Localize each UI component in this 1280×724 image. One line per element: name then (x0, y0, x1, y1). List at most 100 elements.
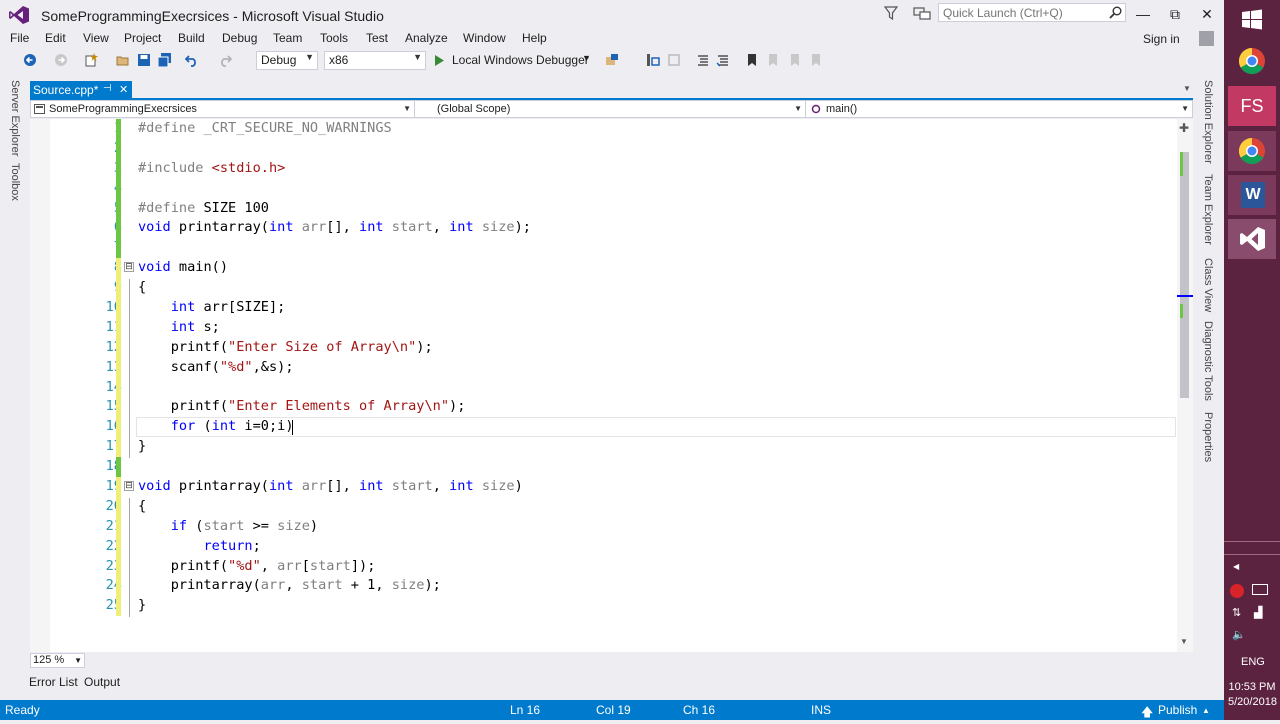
menu-help[interactable]: Help (522, 31, 547, 45)
side-tab-team-explorer[interactable]: Team Explorer (1202, 174, 1214, 245)
tray-clock-date[interactable]: 5/20/2018 (1228, 696, 1277, 708)
code-line[interactable]: 21 if (start >= size) (50, 516, 1175, 537)
code-text[interactable]: for (int i=0;i) (138, 417, 294, 437)
code-text[interactable]: void printarray(int arr[], int start, in… (138, 218, 531, 238)
side-tab-solution-explorer[interactable]: Solution Explorer (1202, 80, 1214, 164)
scroll-down-icon[interactable]: ▼ (1180, 637, 1188, 646)
project-dropdown[interactable]: SomeProgrammingExecrsices ▼ (31, 101, 415, 117)
code-text[interactable]: printf("Enter Size of Array\n"); (138, 338, 433, 358)
side-tab-properties[interactable]: Properties (1202, 412, 1214, 462)
code-line[interactable]: 5 #define SIZE 100 (50, 198, 1175, 219)
show-hidden-icons-chevron-icon[interactable]: ◀ (1233, 562, 1239, 571)
code-text[interactable]: printf("%d", arr[start]); (138, 557, 376, 577)
solution-platform-dropdown[interactable]: x86 ▼ (324, 51, 426, 70)
menu-test[interactable]: Test (366, 31, 388, 45)
forward-arrow-icon[interactable] (54, 53, 68, 67)
code-text[interactable]: #define _CRT_SECURE_NO_WARNINGS (138, 119, 392, 139)
network-icon[interactable]: ⇅ (1232, 606, 1241, 619)
new-project-icon[interactable] (84, 53, 98, 67)
save-all-icon[interactable] (158, 53, 172, 67)
back-arrow-icon[interactable] (23, 53, 37, 67)
menu-debug[interactable]: Debug (222, 31, 257, 45)
side-tab-diagnostic-tools[interactable]: Diagnostic Tools (1202, 321, 1214, 401)
code-line[interactable]: 11 int s; (50, 317, 1175, 338)
code-line[interactable]: 20 { (50, 496, 1175, 517)
comment-lines-icon[interactable] (696, 53, 710, 67)
clear-bookmarks-icon[interactable] (809, 53, 823, 67)
member-dropdown[interactable]: main() ▼ (808, 101, 1192, 117)
tab-list-dropdown-icon[interactable]: ▼ (1183, 84, 1191, 93)
restore-button[interactable]: ⧉ (1160, 4, 1190, 24)
code-text[interactable]: return; (138, 537, 260, 557)
tab-source-cpp[interactable]: Source.cpp* ⊣ ✕ (30, 81, 132, 99)
scope-dropdown[interactable]: (Global Scope) ▼ (417, 101, 806, 117)
zoom-dropdown[interactable]: 125 % ▼ (30, 653, 85, 668)
code-text[interactable]: scanf("%d",&s); (138, 358, 294, 378)
publish-button[interactable]: Publish (1158, 703, 1197, 717)
chrome-icon[interactable] (1228, 131, 1276, 171)
code-line[interactable]: 16 for (int i=0;i) (50, 417, 1175, 438)
code-line[interactable]: 12 printf("Enter Size of Array\n"); (50, 337, 1175, 358)
scrollbar-thumb[interactable] (1180, 152, 1189, 398)
code-text[interactable]: void printarray(int arr[], int start, in… (138, 477, 523, 497)
code-line[interactable]: 23 printf("%d", arr[start]); (50, 556, 1175, 577)
menu-build[interactable]: Build (178, 31, 205, 45)
code-text[interactable]: void main() (138, 258, 228, 278)
save-icon[interactable] (137, 53, 151, 67)
menu-window[interactable]: Window (463, 31, 506, 45)
battery-icon[interactable] (1252, 584, 1268, 595)
close-tab-icon[interactable]: ✕ (119, 83, 128, 96)
code-text[interactable]: printf("Enter Elements of Array\n"); (138, 397, 466, 417)
bookmark-icon[interactable] (745, 53, 759, 67)
code-line[interactable]: 2 (50, 138, 1175, 159)
tray-clock-time[interactable]: 10:53 PM (1224, 681, 1280, 693)
wifi-signal-icon[interactable]: ▟ (1254, 606, 1262, 619)
split-window-icon[interactable]: ✚ (1179, 121, 1189, 135)
collapse-region-icon[interactable]: ⊟ (124, 481, 134, 492)
notifications-filter-icon[interactable] (884, 5, 898, 21)
code-text[interactable]: int arr[SIZE]; (138, 298, 286, 318)
sign-in-link[interactable]: Sign in (1143, 32, 1180, 46)
code-line[interactable]: 24 printarray(arr, start + 1, size); (50, 576, 1175, 597)
code-text[interactable]: #define SIZE 100 (138, 199, 269, 219)
code-line[interactable]: 13 scanf("%d",&s); (50, 357, 1175, 378)
code-line[interactable]: 15 printf("Enter Elements of Array\n"); (50, 397, 1175, 418)
step-over-icon[interactable] (667, 53, 681, 67)
code-line[interactable]: 3 #include <stdio.h> (50, 158, 1175, 179)
code-text[interactable]: printarray(arr, start + 1, size); (138, 576, 441, 596)
quick-launch-box[interactable] (938, 3, 1126, 22)
code-text[interactable]: { (138, 278, 146, 298)
menu-tools[interactable]: Tools (320, 31, 348, 45)
step-into-icon[interactable] (646, 53, 660, 67)
quick-launch-input[interactable] (939, 4, 1099, 21)
indicator-margin[interactable] (30, 119, 50, 652)
pin-tab-icon[interactable]: ⊣ (103, 83, 112, 94)
chevron-up-icon[interactable]: ▲ (1202, 706, 1210, 715)
code-line[interactable]: 8⊟ void main() (50, 258, 1175, 279)
antivirus-tray-icon[interactable] (1230, 584, 1244, 598)
open-file-icon[interactable] (116, 53, 130, 67)
code-line[interactable]: 17} (50, 437, 1175, 458)
tab-output[interactable]: Output (84, 675, 120, 689)
uncomment-lines-icon[interactable] (716, 53, 730, 67)
solution-configuration-dropdown[interactable]: Debug ▼ (256, 51, 318, 70)
minimize-button[interactable]: — (1128, 4, 1158, 24)
side-tab-server-explorer[interactable]: Server Explorer (9, 80, 21, 156)
search-icon[interactable] (1109, 6, 1122, 19)
code-line[interactable]: 19 ⊟ void printarray(int arr[], int start,… (50, 477, 1175, 497)
code-line[interactable]: 14 (50, 377, 1175, 398)
feedback-icon[interactable] (913, 5, 931, 21)
undo-icon[interactable] (185, 53, 199, 67)
code-line[interactable]: 22 return; (50, 536, 1175, 557)
code-line[interactable]: 10 int arr[SIZE]; (50, 298, 1175, 318)
code-editor[interactable]: 1 #define _CRT_SECURE_NO_WARNINGS 23 #inclu… (30, 119, 1193, 652)
next-bookmark-icon[interactable] (788, 53, 802, 67)
close-button[interactable]: ✕ (1192, 4, 1222, 24)
volume-icon[interactable]: 🔈 (1232, 628, 1246, 641)
code-text[interactable]: } (138, 437, 146, 457)
visual-studio-icon[interactable] (1228, 219, 1276, 259)
menu-project[interactable]: Project (124, 31, 161, 45)
language-indicator[interactable]: ENG (1241, 656, 1265, 668)
redo-icon[interactable] (218, 53, 232, 67)
code-line[interactable]: 1 #define _CRT_SECURE_NO_WARNINGS (50, 119, 1175, 139)
